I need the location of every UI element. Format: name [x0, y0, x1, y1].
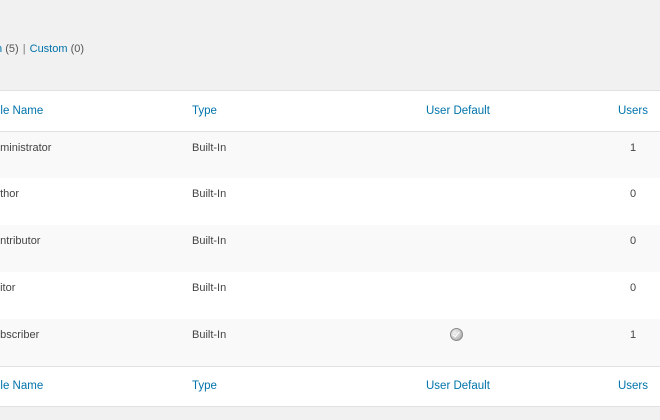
table-body: dministratorBuilt-In1uthorBuilt-In0ontri… — [0, 131, 660, 366]
role-name-cell: uthor — [0, 188, 20, 200]
roles-table-container: ole Name Type User Default Users dminist… — [0, 90, 660, 407]
role-name-cell: dministrator — [0, 141, 52, 154]
role-type-cell: Built-In — [192, 329, 227, 341]
filter-builtin-label: n — [0, 43, 2, 55]
column-header-type[interactable]: Type — [192, 91, 424, 132]
column-header-users[interactable]: Users — [596, 91, 660, 132]
role-filter-links: n (5) | Custom (0) — [0, 43, 84, 55]
filter-custom-label: Custom — [29, 43, 68, 55]
check-circle-icon — [450, 328, 463, 341]
table-footer-row: ole Name Type User Default Users — [0, 365, 660, 407]
users-count-cell: 1 — [629, 141, 637, 154]
user-default-cell — [424, 272, 596, 319]
column-footer-type[interactable]: Type — [192, 365, 424, 407]
role-name-cell: ditor — [0, 282, 16, 294]
user-default-cell — [424, 178, 596, 225]
column-header-user-default[interactable]: User Default — [424, 91, 596, 132]
role-name-cell: ontributor — [0, 235, 41, 247]
column-footer-role-name[interactable]: ole Name — [0, 365, 192, 407]
filter-builtin-link[interactable]: n — [0, 43, 2, 55]
table-row: ubscriber Built-In 1 — [0, 319, 660, 366]
filter-custom-count: (0) — [70, 43, 85, 55]
role-type-cell: Built-In — [192, 141, 227, 154]
filter-custom-link[interactable]: Custom — [30, 43, 68, 55]
table-header-row: ole Name Type User Default Users — [0, 91, 660, 132]
user-default-cell — [424, 131, 596, 178]
role-type-cell: Built-In — [192, 235, 227, 247]
table-row: dministrator Built-In 1 — [0, 131, 660, 178]
users-count-cell: 0 — [629, 188, 637, 200]
filter-separator: | — [22, 43, 26, 55]
column-footer-user-default[interactable]: User Default — [424, 365, 596, 407]
user-default-cell — [424, 225, 596, 272]
role-name-cell: ubscriber — [0, 329, 40, 341]
table-row: ontributor Built-In 0 — [0, 225, 660, 272]
table-row: uthor Built-In 0 — [0, 178, 660, 225]
page-bottom-area — [0, 408, 660, 420]
users-count-cell: 0 — [629, 282, 637, 294]
table-row: ditor Built-In 0 — [0, 272, 660, 319]
role-type-cell: Built-In — [192, 282, 227, 294]
roles-table: ole Name Type User Default Users dminist… — [0, 91, 660, 407]
filter-builtin-count: (5) — [5, 43, 19, 55]
users-count-cell: 1 — [629, 329, 637, 341]
role-type-cell: Built-In — [192, 188, 227, 200]
user-default-cell — [424, 319, 596, 366]
users-count-cell: 0 — [629, 235, 637, 247]
column-header-role-name[interactable]: ole Name — [0, 91, 192, 132]
column-footer-users[interactable]: Users — [596, 365, 660, 407]
